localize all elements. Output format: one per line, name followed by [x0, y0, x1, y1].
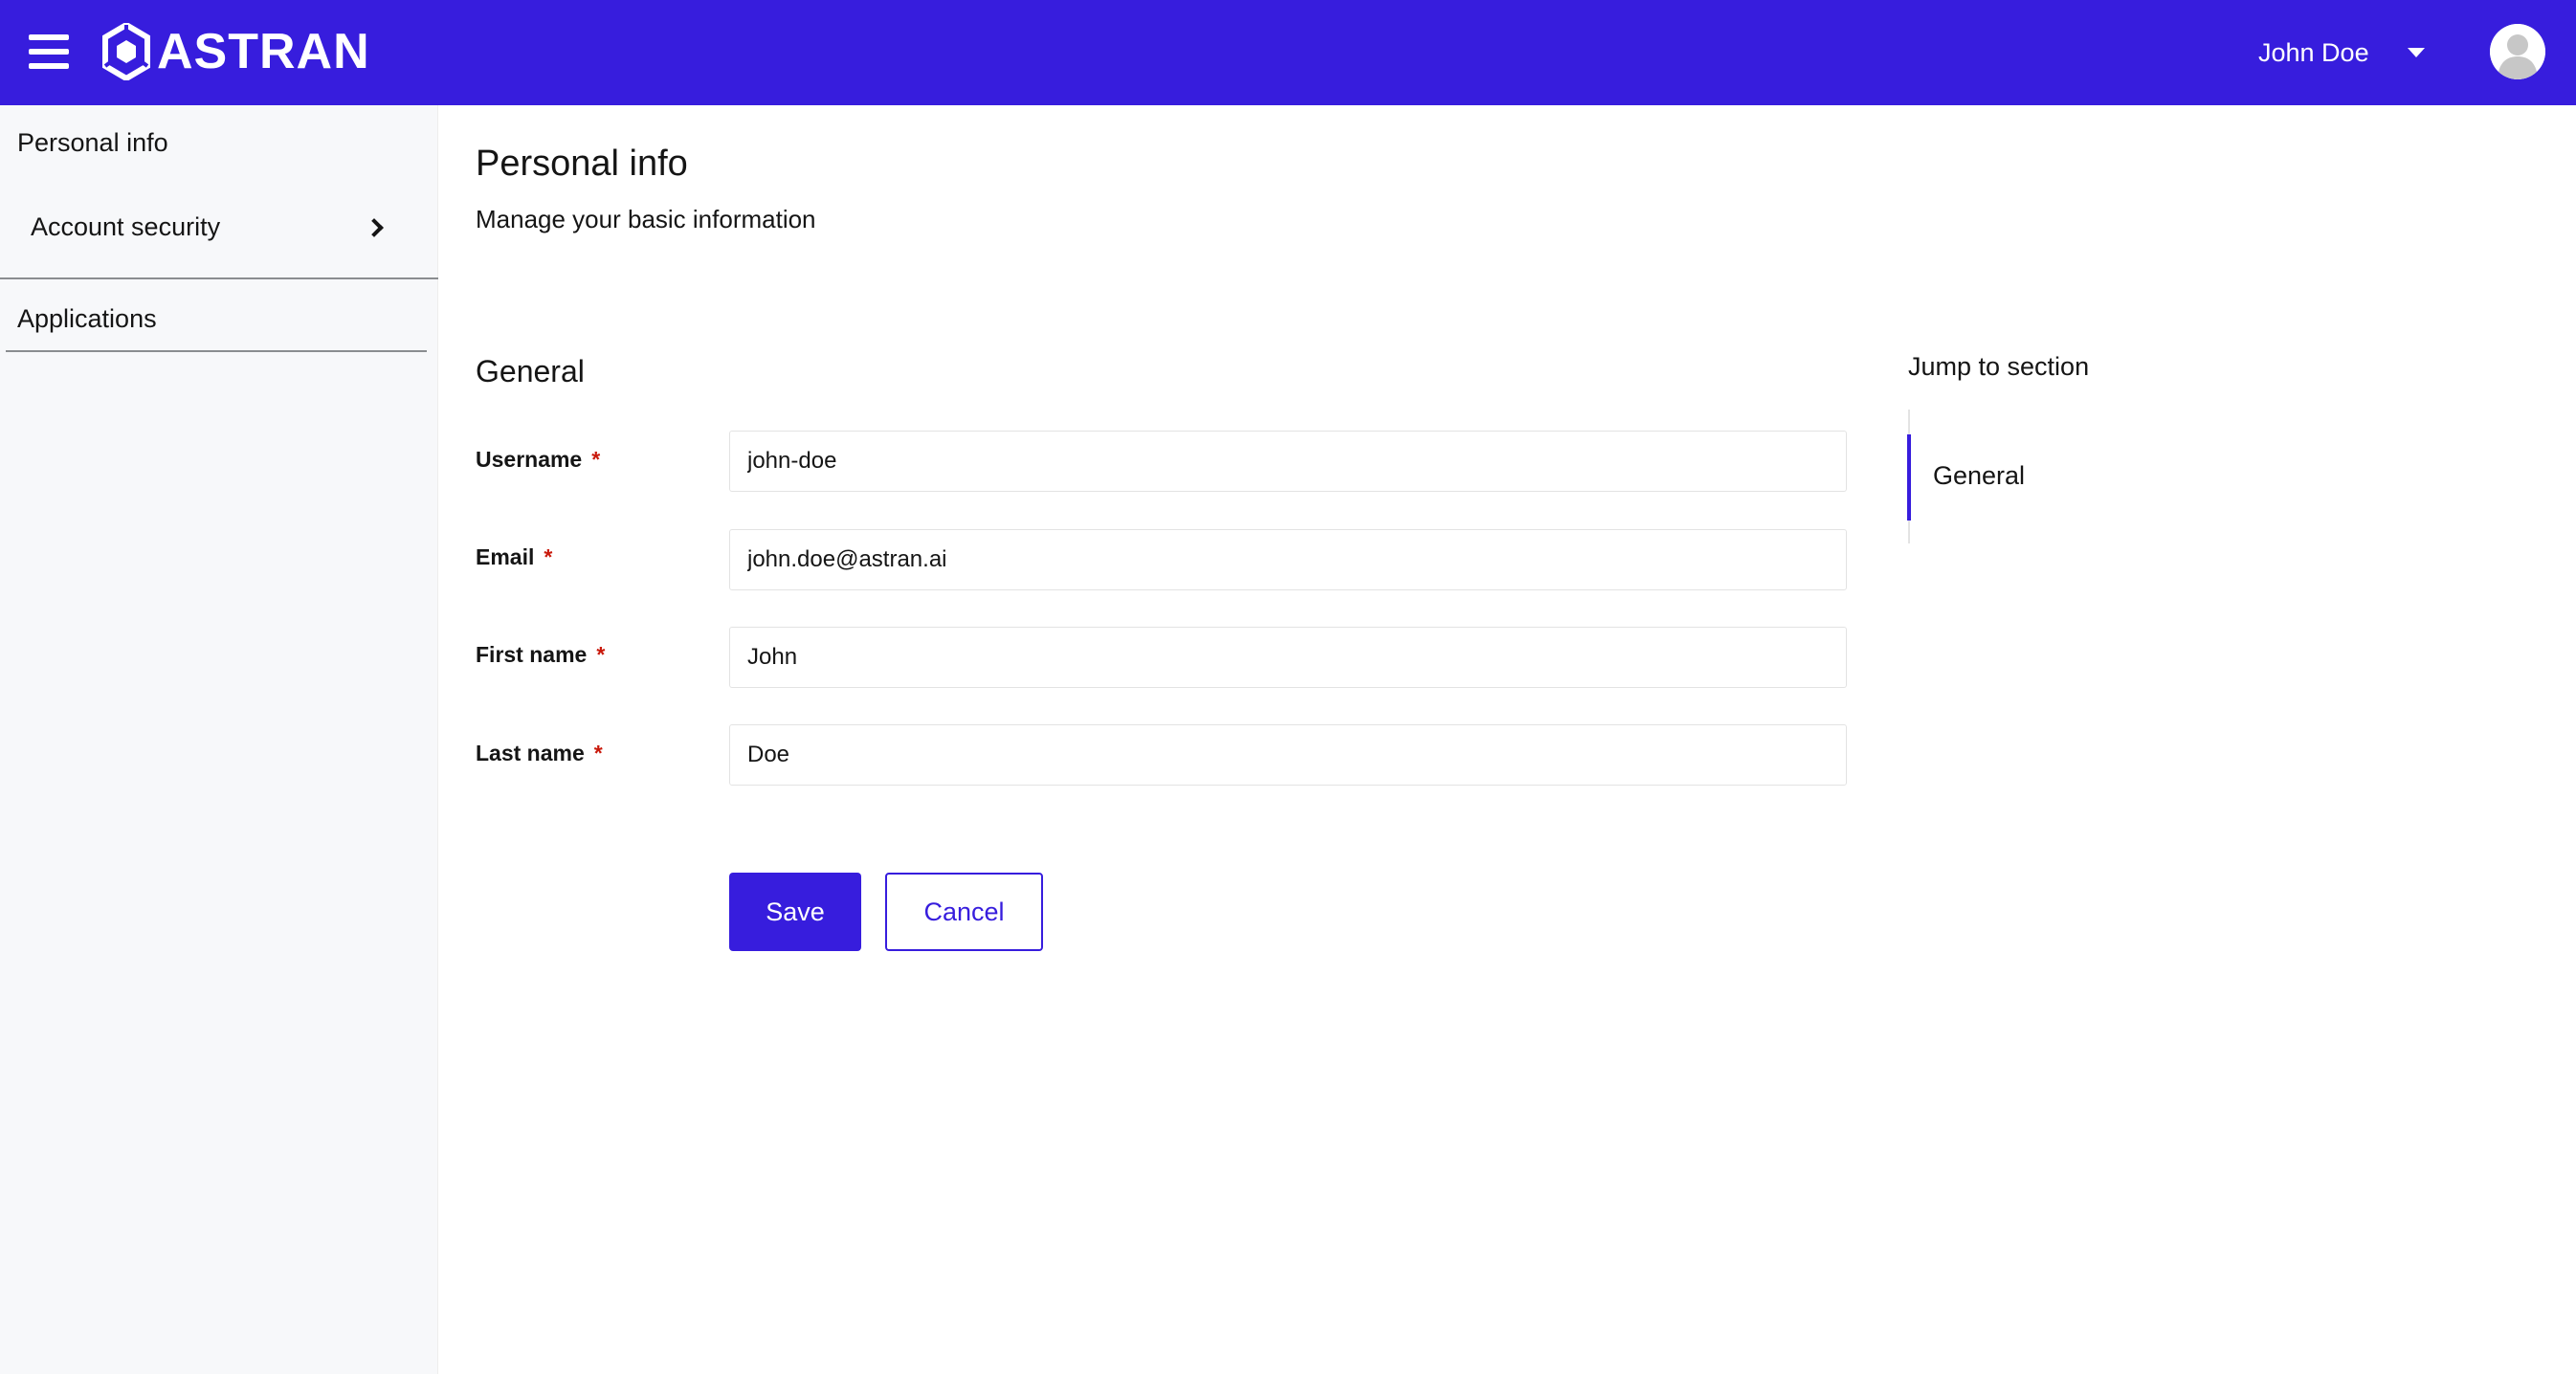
email-label-text: Email [476, 544, 535, 569]
user-menu-toggle[interactable]: John Doe [2258, 29, 2425, 77]
last-name-input[interactable] [729, 724, 1847, 786]
jump-link-general[interactable]: General [1933, 461, 2025, 491]
jump-to-section-title: Jump to section [1908, 352, 2090, 381]
page-title: Personal info [476, 144, 688, 184]
brand-name: ASTRAN [157, 24, 370, 79]
username-input[interactable] [729, 431, 1847, 492]
top-header: ASTRAN John Doe [0, 0, 2576, 105]
email-input[interactable] [729, 529, 1847, 590]
required-asterisk: * [593, 741, 603, 765]
jump-nav-active-indicator [1907, 434, 1911, 521]
user-name: John Doe [2258, 38, 2369, 67]
avatar[interactable] [2490, 24, 2545, 79]
last-name-label: Last name * [476, 741, 603, 766]
sidebar-divider [6, 350, 427, 352]
astran-logo-icon [102, 23, 150, 80]
save-button[interactable]: Save [729, 873, 861, 951]
last-name-label-text: Last name [476, 741, 585, 765]
first-name-label: First name * [476, 642, 605, 668]
sidebar-item-applications[interactable]: Applications [17, 304, 400, 334]
caret-down-icon [2407, 48, 2425, 57]
username-label: Username * [476, 447, 600, 473]
required-asterisk: * [591, 447, 601, 472]
sidebar-item-account-security[interactable]: Account security [31, 212, 394, 242]
page-subtitle: Manage your basic information [476, 205, 816, 233]
required-asterisk: * [544, 544, 553, 569]
required-asterisk: * [596, 642, 606, 667]
user-avatar-icon [2490, 24, 2545, 79]
first-name-input[interactable] [729, 627, 1847, 688]
sidebar: Personal info Account security Applicati… [0, 105, 438, 1374]
sidebar-item-label: Account security [31, 212, 221, 241]
sidebar-item-personal-info[interactable]: Personal info [17, 128, 400, 158]
chevron-right-icon [365, 217, 384, 237]
username-label-text: Username [476, 447, 583, 472]
section-title-general: General [476, 354, 585, 388]
first-name-label-text: First name [476, 642, 588, 667]
email-label: Email * [476, 544, 552, 570]
hamburger-menu-icon[interactable] [29, 34, 69, 69]
cancel-button[interactable]: Cancel [885, 873, 1043, 951]
sidebar-divider [0, 277, 438, 279]
brand-logo[interactable]: ASTRAN [101, 23, 370, 80]
